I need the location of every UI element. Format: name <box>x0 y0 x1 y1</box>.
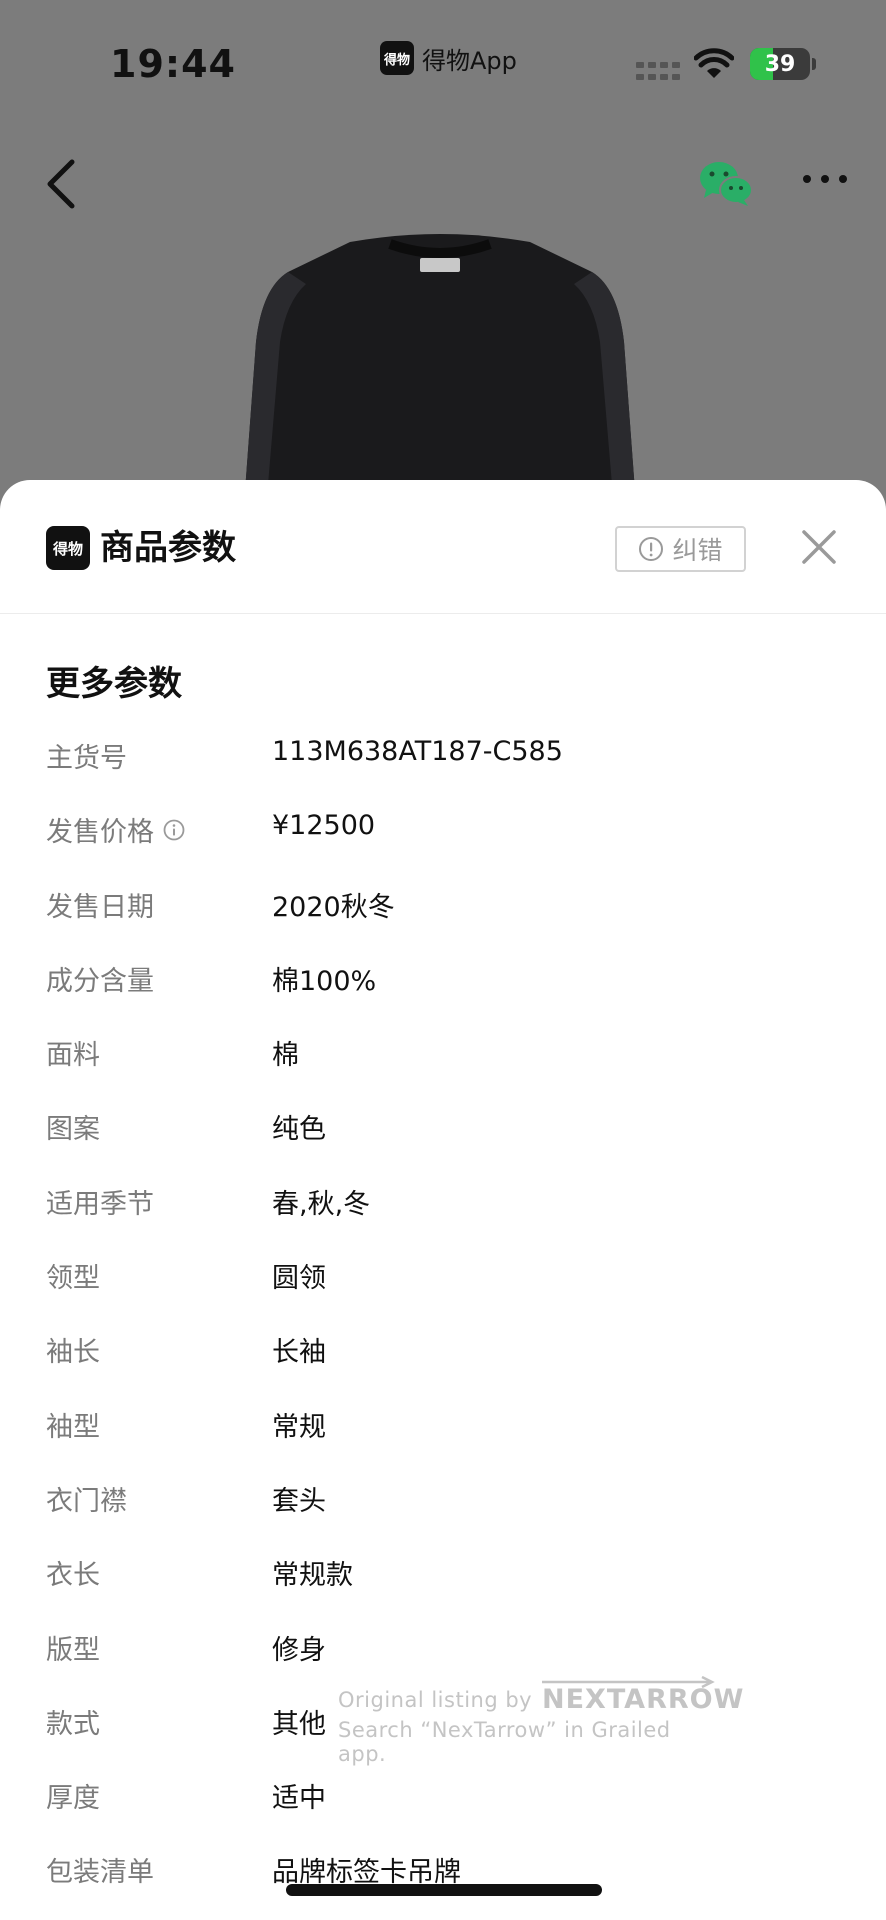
wechat-icon[interactable] <box>698 160 754 206</box>
param-value: 纯色 <box>272 1114 326 1146</box>
param-label: 款式 <box>46 1702 100 1741</box>
wifi-icon <box>694 48 734 78</box>
param-row: 衣长 常规款 <box>0 1537 886 1611</box>
app-logo-icon: 得物 <box>380 41 414 75</box>
param-value: 常规款 <box>272 1560 353 1592</box>
param-label-text: 领型 <box>46 1263 100 1295</box>
param-label-text: 衣门襟 <box>46 1485 127 1517</box>
param-value: 圆领 <box>272 1263 326 1295</box>
param-label-text: 成分含量 <box>46 965 154 997</box>
report-error-label: 纠错 <box>672 536 723 565</box>
product-page-backdrop: 19:44 得物 得物App 39 <box>0 0 886 520</box>
param-label-text: 衣长 <box>46 1560 100 1592</box>
param-label-text: 厚度 <box>46 1783 100 1815</box>
param-row: 包装清单 品牌标签卡吊牌 <box>0 1834 886 1908</box>
status-time: 19:44 <box>110 42 236 86</box>
param-row: 袖长 长袖 <box>0 1314 886 1388</box>
param-label-text: 发售价格 <box>46 817 154 849</box>
status-bar: 19:44 得物 得物App 39 <box>0 0 886 130</box>
param-row: 主货号 113M638AT187-C585 <box>0 720 886 794</box>
sheet-title: 商品参数 <box>100 528 236 568</box>
param-label: 发售日期 <box>46 885 154 924</box>
param-label: 厚度 <box>46 1776 100 1815</box>
app-name: 得物App <box>422 46 517 75</box>
param-row: 适用季节 春,秋,冬 <box>0 1166 886 1240</box>
param-label: 主货号 <box>46 736 127 775</box>
watermark: Original listing by NEXTARROW Search “Ne… <box>338 1676 743 1766</box>
param-label: 成分含量 <box>46 959 154 998</box>
param-label-text: 面料 <box>46 1040 100 1072</box>
param-value: 常规 <box>272 1411 326 1443</box>
param-value: 长袖 <box>272 1337 326 1369</box>
param-value: 2020秋冬 <box>272 891 395 923</box>
param-label: 图案 <box>46 1107 100 1146</box>
battery-level: 39 <box>764 51 796 77</box>
app-indicator: 得物 得物App <box>380 40 517 76</box>
watermark-line1: Original listing by <box>338 1688 533 1712</box>
param-row: 版型 修身 <box>0 1612 886 1686</box>
watermark-brand: NEXTARROW <box>542 1684 745 1715</box>
param-value: 春,秋,冬 <box>272 1188 371 1220</box>
product-sweater-image <box>242 234 638 520</box>
param-row: 领型 圆领 <box>0 1240 886 1314</box>
param-value: 棉100% <box>272 965 377 997</box>
param-value: 套头 <box>272 1485 326 1517</box>
param-label: 袖长 <box>46 1330 100 1369</box>
param-value: 适中 <box>272 1783 326 1815</box>
param-label-text: 包装清单 <box>46 1857 154 1889</box>
home-indicator[interactable] <box>286 1884 602 1896</box>
param-value: 113M638AT187-C585 <box>272 736 563 767</box>
ellipsis-icon[interactable] <box>800 172 850 186</box>
param-label-text: 袖长 <box>46 1337 100 1369</box>
dewu-logo-icon: 得物 <box>46 526 90 570</box>
close-icon[interactable] <box>800 528 838 566</box>
param-row: 袖型 常规 <box>0 1389 886 1463</box>
param-label-text: 发售日期 <box>46 891 154 923</box>
param-row: 衣门襟 套头 <box>0 1463 886 1537</box>
param-label-text: 适用季节 <box>46 1188 154 1220</box>
param-label-text: 图案 <box>46 1114 100 1146</box>
param-row: 厚度 适中 <box>0 1760 886 1834</box>
section-title: 更多参数 <box>46 664 182 704</box>
param-value: 棉 <box>272 1040 299 1072</box>
sheet-header: 得物 商品参数 纠错 <box>0 480 886 614</box>
exclamation-circle-icon <box>639 537 664 561</box>
watermark-line2: Search “NexTarrow” in Grailed app. <box>338 1718 671 1766</box>
param-label: 衣门襟 <box>46 1479 127 1518</box>
param-value: ¥12500 <box>272 810 376 842</box>
param-row: 成分含量 棉100% <box>0 943 886 1017</box>
param-label: 适用季节 <box>46 1182 154 1221</box>
param-label-text: 袖型 <box>46 1411 100 1443</box>
param-label: 衣长 <box>46 1553 100 1592</box>
param-label-text: 主货号 <box>46 743 127 774</box>
param-label-text: 版型 <box>46 1634 100 1666</box>
param-label: 领型 <box>46 1256 100 1295</box>
info-icon[interactable] <box>162 818 186 842</box>
param-label: 袖型 <box>46 1405 100 1444</box>
report-error-button[interactable]: 纠错 <box>615 526 746 572</box>
param-row: 发售价格 ¥12500 <box>0 794 886 868</box>
param-row: 图案 纯色 <box>0 1091 886 1165</box>
cellular-signal-icon <box>636 62 680 80</box>
chevron-left-icon[interactable] <box>44 158 80 210</box>
param-row: 面料 棉 <box>0 1017 886 1091</box>
param-label-text: 款式 <box>46 1708 100 1740</box>
product-params-sheet: 得物 商品参数 纠错 更多参数 主货号 113M638AT187-C585 发售价格… <box>0 480 886 1920</box>
battery-cap <box>812 58 816 70</box>
param-value: 修身 <box>272 1634 326 1666</box>
battery-icon: 39 <box>750 48 810 80</box>
param-row: 发售日期 2020秋冬 <box>0 869 886 943</box>
param-label: 发售价格 <box>46 810 186 849</box>
param-value: 其他 <box>272 1708 326 1740</box>
param-label: 包装清单 <box>46 1850 154 1889</box>
param-label: 面料 <box>46 1033 100 1072</box>
param-label: 版型 <box>46 1628 100 1667</box>
